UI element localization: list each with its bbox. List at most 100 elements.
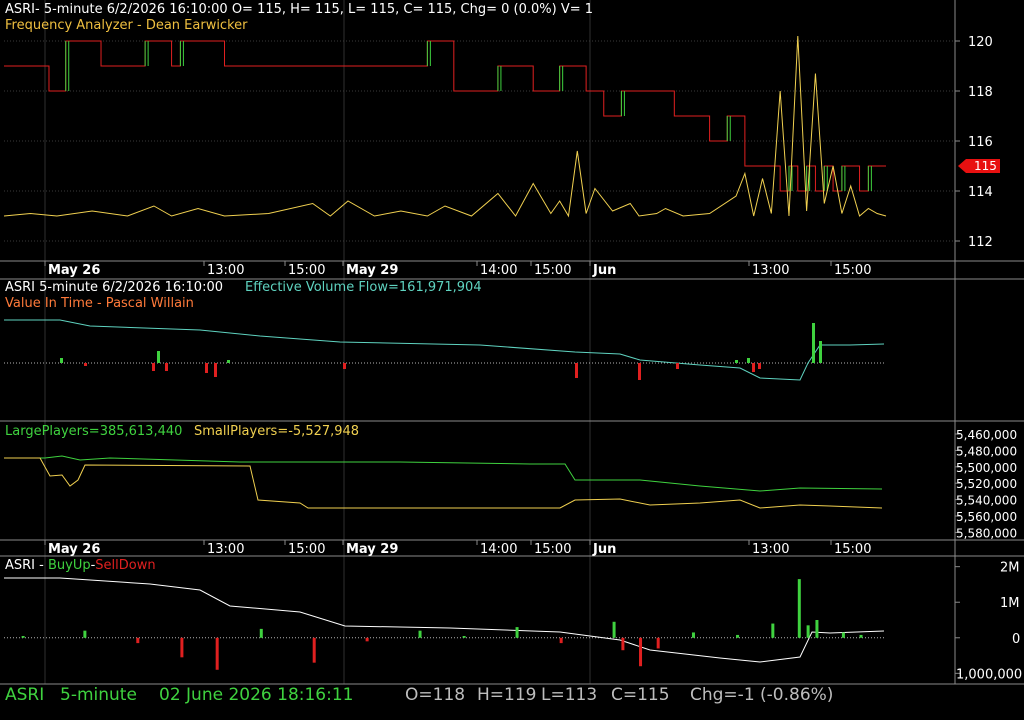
status-change: Chg=-1 (-0.86%): [690, 685, 834, 705]
small-players-label: SmallPlayers=-5,527,948: [194, 424, 360, 439]
bu-bar: [418, 630, 422, 638]
price-tick-label: 112: [968, 235, 993, 250]
symbol-prefix: ASRI -: [5, 558, 48, 573]
price-tick-label: 120: [968, 35, 993, 50]
time-axis-label: 14:00: [480, 263, 517, 278]
bu-bar: [841, 632, 845, 638]
bu-bar: [656, 637, 660, 649]
small-players-line: [4, 457, 883, 509]
players-tick-label: 5,520,000: [956, 477, 1017, 491]
evf-bar: [758, 363, 761, 369]
price-tick-label: 114: [968, 185, 993, 200]
status-datetime: 02 June 2026 18:16:11: [159, 685, 354, 705]
time-axis-label: 15:00: [534, 542, 571, 557]
price-panel: [3, 35, 887, 218]
price-tick-label: 116: [968, 135, 993, 150]
players-panel: [4, 455, 883, 509]
price-tick-label: 118: [968, 85, 993, 100]
evf-bar: [752, 363, 755, 372]
bu-bar: [815, 620, 819, 638]
players-tick-label: 5,500,000: [956, 461, 1017, 475]
indicator-title: Frequency Analyzer - Dean Earwicker: [5, 18, 248, 33]
buyup-label: BuyUp: [47, 558, 91, 573]
evf-bar: [205, 363, 208, 373]
evf-bar: [676, 363, 679, 369]
bu-bar: [312, 637, 316, 663]
bu-bar: [859, 634, 863, 638]
time-axis-label: 13:00: [752, 542, 789, 557]
status-open: O=118: [405, 685, 466, 705]
time-axis-label: 13:00: [752, 263, 789, 278]
time-axis-label: 15:00: [834, 263, 871, 278]
bu-bar: [215, 637, 219, 670]
evf-panel-symbol: ASRI 5-minute 6/2/2026 16:10:00: [5, 280, 223, 295]
players-tick-label: 5,560,000: [956, 510, 1017, 524]
evf-bar: [747, 358, 750, 363]
bu-tick-label: 1M: [1000, 596, 1020, 611]
bu-bar: [621, 637, 625, 651]
bu-bar: [515, 627, 519, 638]
bu-bar: [136, 637, 140, 644]
buyup-selldown-header: ASRI - BuyUp-SellDown: [5, 558, 156, 573]
evf-bar: [60, 358, 63, 363]
time-axis-label: 13:00: [207, 542, 244, 557]
bu-cumulative-line: [4, 577, 885, 663]
bu-bar: [797, 579, 801, 638]
time-axis-label: May 29: [346, 542, 398, 557]
time-axis-label: 14:00: [480, 542, 517, 557]
evf-bar: [227, 360, 230, 363]
status-high: H=119: [477, 685, 537, 705]
large-players-label: LargePlayers=385,613,440: [5, 424, 183, 439]
evf-bar: [152, 363, 155, 371]
evf-bar: [343, 363, 346, 369]
bu-bar: [806, 625, 810, 638]
evf-bar: [165, 363, 168, 371]
players-tick-label: 5,540,000: [956, 494, 1017, 508]
time-axis-label: Jun: [592, 542, 616, 557]
status-low: L=113: [541, 685, 598, 705]
evf-bar: [638, 363, 641, 380]
bu-bar: [736, 634, 740, 638]
evf-bar: [214, 363, 217, 377]
last-price-tag-text: 115: [974, 159, 997, 173]
evf-indicator-title: Value In Time - Pascal Willain: [5, 296, 194, 311]
time-axis-label: 15:00: [288, 542, 325, 557]
status-interval: 5-minute: [60, 685, 137, 705]
axes-layer: 112 114 116 118 120 115 May 26 13:00 15:00 May 29…: [0, 0, 1024, 685]
price-step-line: [4, 40, 886, 192]
time-axis-label: May 29: [346, 263, 398, 278]
bu-bar: [259, 628, 263, 638]
bu-bar: [612, 621, 616, 638]
bu-bar: [639, 637, 643, 667]
time-axis-label: May 26: [48, 263, 100, 278]
price-panel-header: ASRI- 5-minute 6/2/2026 16:10:00 O= 115,…: [5, 2, 594, 17]
bu-bar: [365, 637, 369, 642]
status-bar: ASRI 5-minute 02 June 2026 18:16:11 O=11…: [0, 684, 1024, 708]
status-symbol: ASRI: [5, 685, 45, 705]
players-tick-label: 5,460,000: [956, 428, 1017, 442]
evf-bar: [735, 360, 738, 363]
time-axis-label: 15:00: [288, 263, 325, 278]
bu-bar: [180, 637, 184, 658]
evf-value-label: Effective Volume Flow=161,971,904: [245, 280, 482, 295]
bu-bar: [771, 623, 775, 638]
time-axis-label: Jun: [592, 263, 616, 278]
status-close: C=115: [611, 685, 670, 705]
players-tick-label: 5,480,000: [956, 444, 1017, 458]
bu-tick-label: 2M: [1000, 561, 1020, 576]
large-players-line: [4, 455, 883, 492]
bu-bar: [83, 630, 87, 638]
chart-stage: 112 114 116 118 120 115 May 26 13:00 15:00 May 29…: [0, 0, 1024, 685]
selldown-label: SellDown: [95, 558, 156, 573]
frequency-analyzer-line: [3, 35, 887, 218]
bu-tick-label: 1,000,000: [956, 667, 1022, 682]
time-axis-label: 15:00: [834, 542, 871, 557]
bu-bar: [559, 637, 563, 644]
evf-bar: [819, 341, 822, 363]
bu-tick-label: 0: [1012, 632, 1020, 647]
buyup-selldown-panel: [4, 577, 886, 670]
evf-panel: [4, 319, 886, 381]
evf-bar: [812, 323, 815, 363]
bu-bar: [462, 636, 466, 638]
evf-bar: [157, 351, 160, 363]
